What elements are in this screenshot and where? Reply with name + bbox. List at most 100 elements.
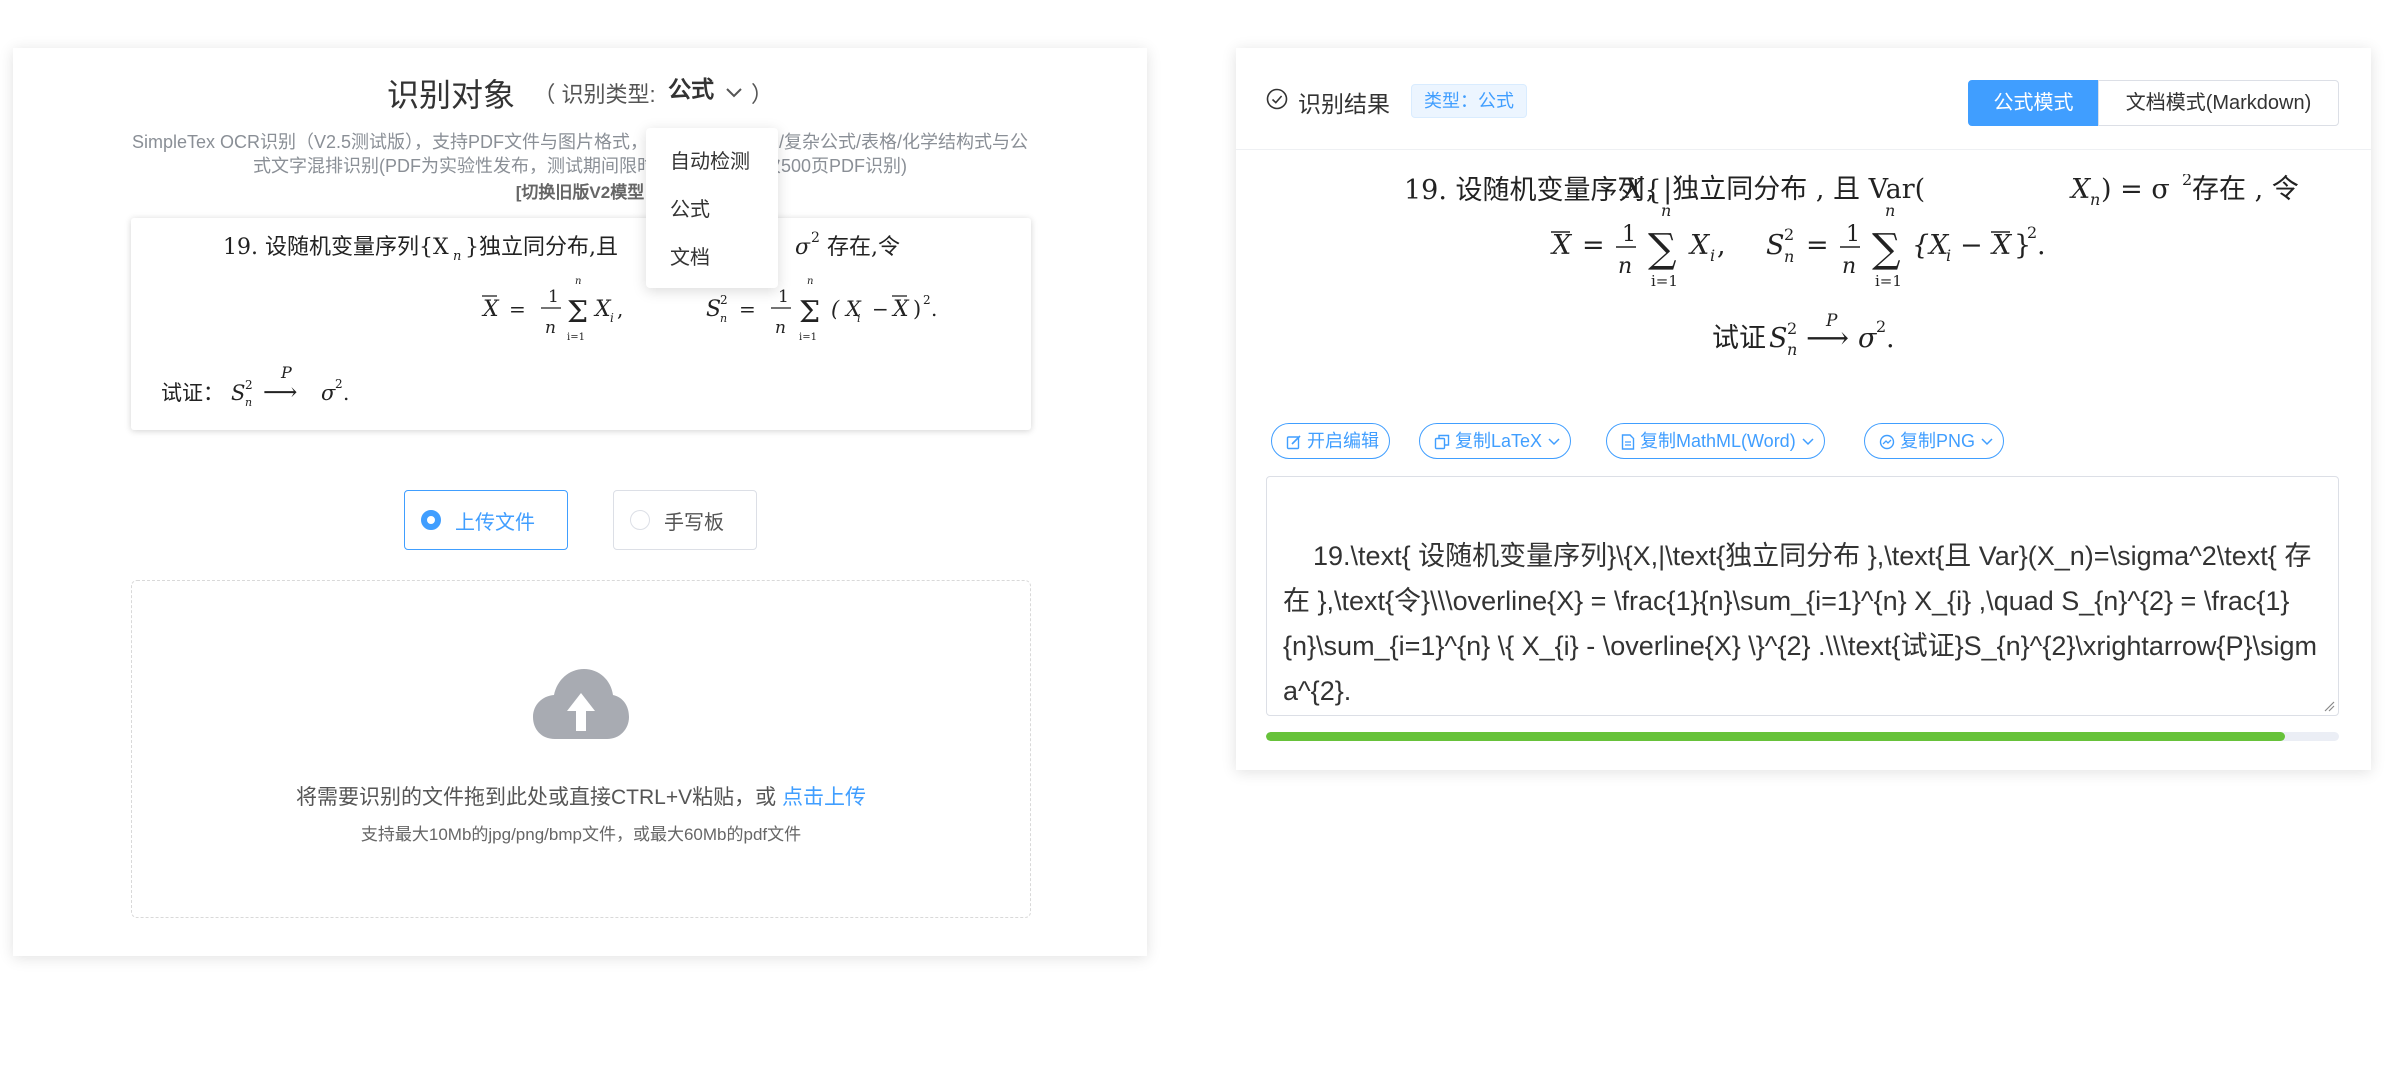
preview-eq2: = <box>739 297 756 321</box>
preview-paren-pow: 2 <box>923 293 931 307</box>
dropzone-tip: 支持最大10Mb的jpg/png/bmp文件，或最大60Mb的pdf文件 <box>360 825 802 844</box>
render-l2-frac2-den: n <box>1842 254 1856 279</box>
render-l2-sum2-up: n <box>1885 201 1895 220</box>
render-l2-xbar2: X <box>1990 230 2013 261</box>
dropdown-item-formula[interactable]: 公式 <box>646 186 778 234</box>
recognition-type-dropdown: 自动检测 公式 文档 <box>646 128 778 288</box>
enable-edit-label: 开启编辑 <box>1307 431 1379 451</box>
render-l1-b: , |独立同分布 , 且 Var( <box>1646 174 1925 205</box>
chevron-down-icon <box>1981 438 1993 446</box>
cloud-upload-icon <box>533 669 629 739</box>
preview-frac-den: n <box>545 318 556 338</box>
preview-comma: , <box>617 297 623 321</box>
copy-icon <box>1434 435 1450 450</box>
render-l2-sn: n <box>1784 247 1794 266</box>
render-l2-minus: − <box>1960 230 1983 261</box>
uploaded-image-preview: 19. 设随机变量序列{X n }独立同分布,且 σ 2 存在,令 X = 1 … <box>131 218 1031 430</box>
preview-frac-num: 1 <box>548 287 559 307</box>
render-l2-eq: = <box>1582 230 1605 261</box>
render-l2-xbar: X <box>1550 230 1573 261</box>
preview-sigma-pow: 2 <box>811 230 820 246</box>
document-icon <box>1621 434 1635 450</box>
chevron-down-icon[interactable] <box>725 87 743 99</box>
render-l3-2: 2 <box>1787 319 1797 338</box>
recognition-result-panel: 识别结果 类型：公式 公式模式 文档模式(Markdown) 19. 设随机变量… <box>1236 48 2371 770</box>
preview-sum2-lower: i=1 <box>799 332 817 343</box>
copy-latex-button[interactable]: 复制LaTeX <box>1419 423 1572 459</box>
preview-s3-pow: 2 <box>245 378 253 392</box>
copy-mathml-label: 复制MathML(Word) <box>1640 431 1796 451</box>
resize-handle-icon[interactable] <box>2323 700 2335 712</box>
handwriting-label: 手写板 <box>664 511 724 534</box>
preview-sum-lower: i=1 <box>567 332 585 343</box>
preview-s3-sub: n <box>245 396 252 409</box>
input-title-row: 识别对象 （ 识别类型: 公式 ） <box>13 70 1147 120</box>
progress-fill <box>1266 732 2286 741</box>
render-l3-dot: . <box>1886 323 1895 354</box>
handwriting-radio[interactable]: 手写板 <box>613 490 757 550</box>
preview-sigma: σ <box>795 235 811 260</box>
render-l2-x: X <box>1688 230 1711 261</box>
render-l2-bi: i <box>1946 246 1951 265</box>
dropdown-item-auto[interactable]: 自动检测 <box>646 138 778 186</box>
render-l1-c: ) = σ <box>2101 174 2170 205</box>
render-l2-sum2-low: i=1 <box>1875 272 1902 290</box>
preview-sum2-upper: n <box>807 276 813 287</box>
chevron-down-icon <box>1802 438 1814 446</box>
copy-mathml-button[interactable]: 复制MathML(Word) <box>1606 423 1825 459</box>
preview-line1-b: }独立同分布,且 <box>465 235 618 260</box>
file-dropzone[interactable]: 将需要识别的文件拖到此处或直接CTRL+V粘贴，或 点击上传 支持最大10Mb的… <box>131 580 1031 918</box>
render-l2-frac-den: n <box>1618 254 1632 279</box>
result-type-tag: 类型：公式 <box>1411 84 1527 118</box>
switch-legacy-model-link[interactable]: [切换旧版V2模型 <box>13 178 1147 203</box>
latex-output-textarea[interactable]: 19.\text{ 设随机变量序列}\{X,|\text{独立同分布 },\te… <box>1266 476 2339 716</box>
preview-sum-upper: n <box>575 276 581 287</box>
click-upload-link[interactable]: 点击上传 <box>782 786 866 809</box>
render-l2-comma: , <box>1717 230 1726 261</box>
chevron-down-icon <box>1548 438 1560 446</box>
render-l2-eq2: = <box>1806 230 1829 261</box>
enable-edit-button[interactable]: 开启编辑 <box>1271 423 1390 459</box>
render-l1-x: X <box>1622 174 1645 205</box>
preview-sigma2: σ <box>321 381 336 405</box>
preview-sum: Σ <box>567 295 588 330</box>
render-l3-n: n <box>1787 340 1797 359</box>
preview-s-sub: n <box>720 312 727 325</box>
formula-mode-button[interactable]: 公式模式 <box>1968 80 2099 126</box>
render-l2-frac2-num: 1 <box>1846 222 1860 247</box>
service-description: SimpleTex OCR识别（V2.5测试版），支持PDF文件与图片格式，支持… <box>131 132 1029 176</box>
render-l2-i: i <box>1710 246 1715 265</box>
input-title: 识别对象 <box>386 77 515 113</box>
render-l3-sig: σ <box>1858 323 1878 354</box>
render-l3-arrow: ⟶ <box>1806 321 1849 356</box>
recognition-input-panel: 识别对象 （ 识别类型: 公式 ） SimpleTex OCR识别（V2.5测试… <box>13 48 1147 956</box>
document-mode-button[interactable]: 文档模式(Markdown) <box>2098 80 2339 126</box>
preview-paren-close: ) <box>913 297 921 321</box>
upload-file-label: 上传文件 <box>455 511 535 534</box>
preview-dot: . <box>931 297 937 321</box>
latex-output-text: 19.\text{ 设随机变量序列}\{X,|\text{独立同分布 },\te… <box>1283 541 2317 706</box>
render-l2-sum2: ∑ <box>1872 226 1901 272</box>
dropzone-text: 将需要识别的文件拖到此处或直接CTRL+V粘贴，或 <box>296 786 782 809</box>
preview-frac2-num: 1 <box>778 287 789 307</box>
preview-s: S <box>706 297 721 322</box>
copy-latex-label: 复制LaTeX <box>1455 431 1543 451</box>
render-l2-dot: . <box>2037 230 2046 261</box>
radio-checked-icon <box>421 510 441 530</box>
render-l3-s: S <box>1769 323 1788 354</box>
render-l2-frac-num: 1 <box>1622 222 1636 247</box>
rendered-formula-body: X , |独立同分布 , 且 Var( X n ) = σ 2 存在 , 令 X… <box>1550 174 2299 359</box>
render-l1-d: 存在 , 令 <box>2192 174 2299 205</box>
copy-png-button[interactable]: 复制PNG <box>1864 423 2005 459</box>
preview-sum2: Σ <box>799 295 820 330</box>
dropzone-instructions: 将需要识别的文件拖到此处或直接CTRL+V粘贴，或 点击上传 <box>132 781 1030 811</box>
recognition-type-select[interactable]: 公式 <box>668 76 714 102</box>
render-l2-s2: 2 <box>1784 225 1794 244</box>
preview-s3: S <box>231 381 245 405</box>
render-l1-n: n <box>2090 190 2100 209</box>
preview-eq1: = <box>509 297 526 321</box>
image-icon <box>1879 435 1895 450</box>
preview-dot2: . <box>343 381 349 405</box>
upload-file-radio[interactable]: 上传文件 <box>404 490 568 550</box>
dropdown-item-document[interactable]: 文档 <box>646 234 778 282</box>
